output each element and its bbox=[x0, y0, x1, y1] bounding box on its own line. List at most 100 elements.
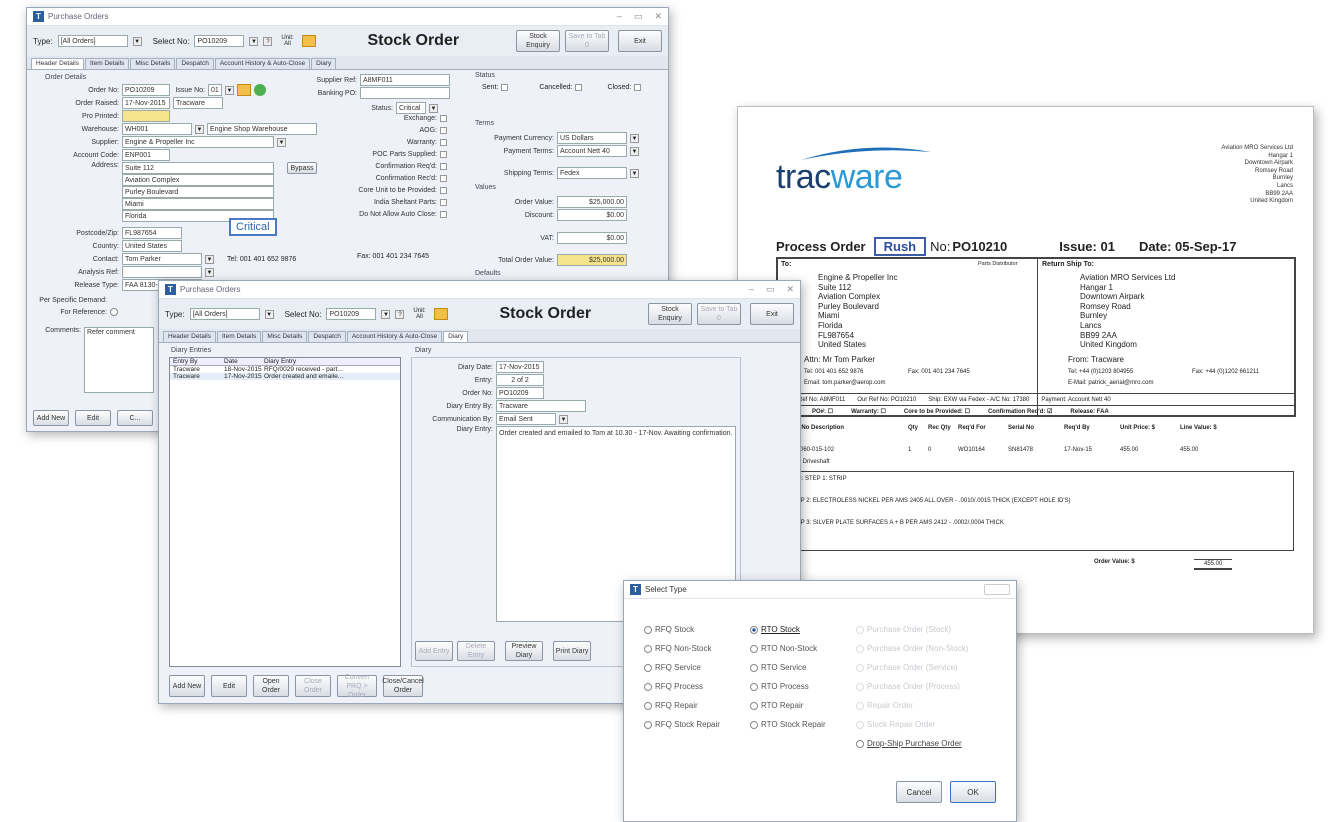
option-rfq-non-stock[interactable]: RFQ Non-Stock bbox=[644, 644, 750, 653]
chevron-down-icon[interactable]: ▼ bbox=[205, 254, 214, 264]
warehouse-code[interactable]: WH001 bbox=[122, 123, 192, 135]
folder-icon[interactable] bbox=[237, 84, 251, 96]
chevron-down-icon[interactable]: ▼ bbox=[277, 137, 286, 147]
payment-currency-field[interactable]: US Dollars bbox=[557, 132, 627, 144]
warranty-checkbox[interactable] bbox=[440, 139, 447, 146]
tab-item-details[interactable]: Item Details bbox=[217, 331, 262, 342]
option-drop-ship[interactable]: Drop-Ship Purchase Order bbox=[856, 739, 996, 748]
tab-account-history[interactable]: Account History & Auto-Close bbox=[214, 58, 311, 69]
issue-no-field[interactable]: 01 bbox=[208, 84, 222, 96]
account-code-field[interactable]: ENP001 bbox=[122, 149, 170, 161]
option-rfq-process[interactable]: RFQ Process bbox=[644, 682, 750, 691]
comments-field[interactable]: Refer comment bbox=[84, 327, 154, 393]
chevron-down-icon[interactable]: ▼ bbox=[630, 168, 639, 178]
chevron-down-icon[interactable]: ▼ bbox=[630, 146, 639, 156]
minimize-icon[interactable]: – bbox=[749, 284, 754, 295]
analysis-ref-field[interactable] bbox=[122, 266, 202, 278]
add-new-button[interactable]: Add New bbox=[33, 410, 69, 426]
shipping-terms-field[interactable]: Fedex bbox=[557, 167, 627, 179]
status-field[interactable]: Critical bbox=[396, 102, 426, 114]
exit-button[interactable]: Exit bbox=[750, 303, 794, 325]
type-select[interactable]: [All Orders] bbox=[57, 35, 128, 47]
option-rfq-stock-repair[interactable]: RFQ Stock Repair bbox=[644, 720, 750, 729]
chevron-down-icon[interactable]: ▼ bbox=[205, 267, 214, 277]
communication-by-select[interactable]: Email Sent bbox=[496, 413, 556, 425]
tab-header-details[interactable]: Header Details bbox=[31, 58, 84, 69]
option-po-service[interactable]: Purchase Order (Service) bbox=[856, 663, 996, 672]
core-unit-checkbox[interactable] bbox=[440, 187, 447, 194]
diary-list[interactable]: Entry By Date Diary Entry Tracware 18-No… bbox=[169, 357, 401, 667]
select-no-input[interactable]: PO10209 bbox=[194, 35, 245, 47]
tab-diary[interactable]: Diary bbox=[443, 331, 469, 342]
edit-button[interactable]: Edit bbox=[211, 675, 247, 697]
edit-button[interactable]: Edit bbox=[75, 410, 111, 426]
col-header[interactable]: Date bbox=[224, 358, 264, 365]
diary-row[interactable]: Tracware 17-Nov-2015 Order created and e… bbox=[170, 373, 400, 380]
stock-enquiry-button[interactable]: Stock Enquiry bbox=[648, 303, 692, 325]
tab-item-details[interactable]: Item Details bbox=[85, 58, 130, 69]
option-rfq-service[interactable]: RFQ Service bbox=[644, 663, 750, 672]
address-line[interactable]: Miami bbox=[122, 198, 274, 210]
poc-parts-checkbox[interactable] bbox=[440, 151, 447, 158]
more-button[interactable]: C... bbox=[117, 410, 153, 426]
sent-checkbox[interactable] bbox=[501, 84, 509, 91]
option-rto-stock[interactable]: RTO Stock bbox=[750, 625, 856, 634]
tab-despatch[interactable]: Despatch bbox=[308, 331, 346, 342]
close-icon[interactable] bbox=[984, 584, 1010, 595]
save-to-tab-button[interactable]: Save to Tab 0 bbox=[697, 303, 741, 325]
chevron-down-icon[interactable]: ▼ bbox=[630, 133, 639, 143]
chevron-down-icon[interactable]: ▼ bbox=[132, 36, 142, 46]
col-header[interactable]: Diary Entry bbox=[264, 358, 400, 365]
option-po-non-stock[interactable]: Purchase Order (Non-Stock) bbox=[856, 644, 996, 653]
select-no-input[interactable]: PO10209 bbox=[326, 308, 377, 320]
option-po-stock[interactable]: Purchase Order (Stock) bbox=[856, 625, 996, 634]
maximize-icon[interactable]: ▭ bbox=[766, 284, 775, 295]
cancel-button[interactable]: Cancel bbox=[896, 781, 942, 803]
exchange-checkbox[interactable] bbox=[440, 115, 447, 122]
banking-po-field[interactable] bbox=[360, 87, 450, 99]
address-line[interactable]: Purley Boulevard bbox=[122, 186, 274, 198]
chevron-down-icon[interactable]: ▼ bbox=[249, 36, 259, 46]
tab-misc-details[interactable]: Misc Details bbox=[130, 58, 176, 69]
option-po-process[interactable]: Purchase Order (Process) bbox=[856, 682, 996, 691]
tab-account-history[interactable]: Account History & Auto-Close bbox=[346, 331, 443, 342]
diary-row[interactable]: Tracware 18-Nov-2015 RFQ/0029 received -… bbox=[170, 366, 400, 373]
open-order-button[interactable]: Open Order bbox=[253, 675, 289, 697]
order-no-field[interactable]: PO10209 bbox=[122, 84, 170, 96]
pro-printed-field[interactable] bbox=[122, 110, 170, 122]
country-field[interactable]: United States bbox=[122, 240, 182, 252]
supplier-ref-field[interactable]: A8MF011 bbox=[360, 74, 450, 86]
option-rto-non-stock[interactable]: RTO Non-Stock bbox=[750, 644, 856, 653]
close-icon[interactable]: ✕ bbox=[654, 11, 662, 22]
for-reference-radio[interactable] bbox=[110, 308, 118, 316]
diary-date-field[interactable]: 17-Nov-2015 bbox=[496, 361, 544, 373]
stock-enquiry-button[interactable]: Stock Enquiry bbox=[516, 30, 560, 52]
confirmation-recd-checkbox[interactable] bbox=[440, 175, 447, 182]
aog-checkbox[interactable] bbox=[440, 127, 447, 134]
contact-field[interactable]: Tom Parker bbox=[122, 253, 202, 265]
option-rto-process[interactable]: RTO Process bbox=[750, 682, 856, 691]
chevron-down-icon[interactable]: ▼ bbox=[264, 309, 274, 319]
chevron-down-icon[interactable]: ▼ bbox=[429, 103, 438, 113]
close-icon[interactable]: ✕ bbox=[786, 284, 794, 295]
order-raised-date[interactable]: 17-Nov-2015 bbox=[122, 97, 170, 109]
postcode-field[interactable]: FL987654 bbox=[122, 227, 182, 239]
option-rto-stock-repair[interactable]: RTO Stock Repair bbox=[750, 720, 856, 729]
refresh-icon[interactable] bbox=[254, 84, 266, 96]
help-icon[interactable]: ? bbox=[263, 36, 273, 46]
add-entry-button[interactable]: Add Entry bbox=[415, 641, 453, 661]
discount-field[interactable]: $0.00 bbox=[557, 209, 627, 221]
payment-terms-field[interactable]: Account Nett 40 bbox=[557, 145, 627, 157]
help-icon[interactable]: ? bbox=[395, 309, 405, 319]
option-stock-repair-order[interactable]: Stock Repair Order bbox=[856, 720, 996, 729]
minimize-icon[interactable]: – bbox=[617, 11, 622, 22]
option-repair-order[interactable]: Repair Order bbox=[856, 701, 996, 710]
print-diary-button[interactable]: Print Diary bbox=[553, 641, 591, 661]
exit-button[interactable]: Exit bbox=[618, 30, 662, 52]
maximize-icon[interactable]: ▭ bbox=[634, 11, 643, 22]
close-order-button[interactable]: Close Order bbox=[295, 675, 331, 697]
preview-diary-button[interactable]: Preview Diary bbox=[505, 641, 543, 661]
col-header[interactable]: Entry By bbox=[170, 358, 224, 365]
ok-button[interactable]: OK bbox=[950, 781, 996, 803]
order-raised-by[interactable]: Tracware bbox=[173, 97, 223, 109]
